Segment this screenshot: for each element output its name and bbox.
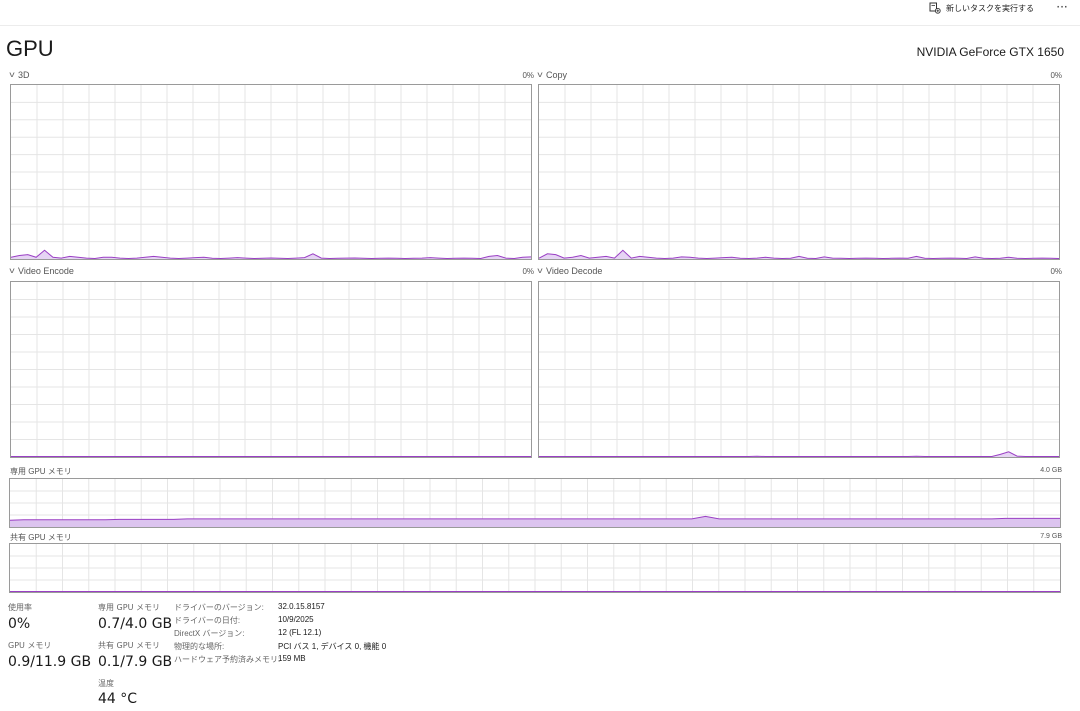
driver-date-value: 10/9/2025: [278, 615, 314, 624]
shared-memory-graph-label: 共有 GPU メモリ: [10, 533, 72, 542]
shared-memory-label: 共有 GPU メモリ: [98, 641, 160, 650]
run-new-task-label: 新しいタスクを実行する: [946, 3, 1034, 13]
directx-version-label: DirectX バージョン:: [174, 629, 245, 638]
run-new-task-button[interactable]: 新しいタスクを実行する: [929, 0, 1034, 16]
chevron-down-icon: v: [537, 70, 543, 79]
new-task-icon: [929, 2, 941, 14]
reserved-memory-label: ハードウェア予約済みメモリ:: [174, 655, 281, 664]
utilization-label: 使用率: [8, 603, 32, 612]
engine-percent-copy: 0%: [1050, 71, 1062, 80]
engine-selector-3d[interactable]: v 3D: [9, 70, 30, 80]
driver-version-value: 32.0.15.8157: [278, 602, 325, 611]
page-title: GPU: [6, 36, 54, 61]
engine-selector-copy[interactable]: v Copy: [537, 70, 568, 80]
engine-selector-video-encode[interactable]: v Video Encode: [9, 266, 74, 276]
gpu-device-name: NVIDIA GeForce GTX 1650: [916, 45, 1064, 59]
engine-percent-video-decode: 0%: [1050, 267, 1062, 276]
chevron-down-icon: v: [9, 70, 15, 79]
chevron-down-icon: v: [9, 266, 15, 275]
physical-location-label: 物理的な場所:: [174, 642, 225, 651]
engine-label-copy: Copy: [546, 70, 568, 80]
engine-label-video-encode: Video Encode: [18, 266, 74, 276]
shared-memory-graph-max: 7.9 GB: [1040, 533, 1062, 540]
temperature-value: 44 °C: [98, 691, 138, 707]
shared-memory-plot: [10, 544, 1060, 592]
utilization-value: 0%: [8, 616, 31, 632]
gpu-memory-label: GPU メモリ: [8, 641, 52, 650]
temperature-label: 温度: [98, 679, 114, 688]
engine-video-decode-plot: [539, 282, 1059, 457]
engine-label-3d: 3D: [18, 70, 30, 80]
engine-percent-video-encode: 0%: [522, 267, 534, 276]
directx-version-value: 12 (FL 12.1): [278, 628, 322, 637]
engine-percent-3d: 0%: [522, 71, 534, 80]
graph-video-encode[interactable]: [10, 281, 532, 458]
dedicated-memory-label: 専用 GPU メモリ: [98, 603, 160, 612]
toolbar: 新しいタスクを実行する ···: [0, 0, 1080, 26]
graph-shared-memory[interactable]: [9, 543, 1061, 593]
engine-video-encode-plot: [11, 282, 531, 457]
engine-selector-video-decode[interactable]: v Video Decode: [537, 266, 603, 276]
graph-3d[interactable]: [10, 84, 532, 260]
dedicated-memory-graph-max: 4.0 GB: [1040, 467, 1062, 474]
dedicated-memory-plot: [10, 479, 1060, 527]
engine-3d-plot: [11, 85, 531, 259]
graph-video-decode[interactable]: [538, 281, 1060, 458]
driver-version-label: ドライバーのバージョン:: [174, 603, 264, 612]
dedicated-memory-graph-label: 専用 GPU メモリ: [10, 467, 72, 476]
driver-date-label: ドライバーの日付:: [174, 616, 241, 625]
engine-label-video-decode: Video Decode: [546, 266, 603, 276]
gpu-memory-value: 0.9/11.9 GB: [8, 654, 92, 670]
reserved-memory-value: 159 MB: [278, 654, 306, 663]
physical-location-value: PCI バス 1, デバイス 0, 機能 0: [278, 642, 387, 651]
dedicated-memory-value: 0.7/4.0 GB: [98, 616, 173, 632]
graph-copy[interactable]: [538, 84, 1060, 260]
more-options-button[interactable]: ···: [1052, 0, 1072, 14]
shared-memory-value: 0.1/7.9 GB: [98, 654, 173, 670]
chevron-down-icon: v: [537, 266, 543, 275]
graph-dedicated-memory[interactable]: [9, 478, 1061, 528]
engine-copy-plot: [539, 85, 1059, 259]
